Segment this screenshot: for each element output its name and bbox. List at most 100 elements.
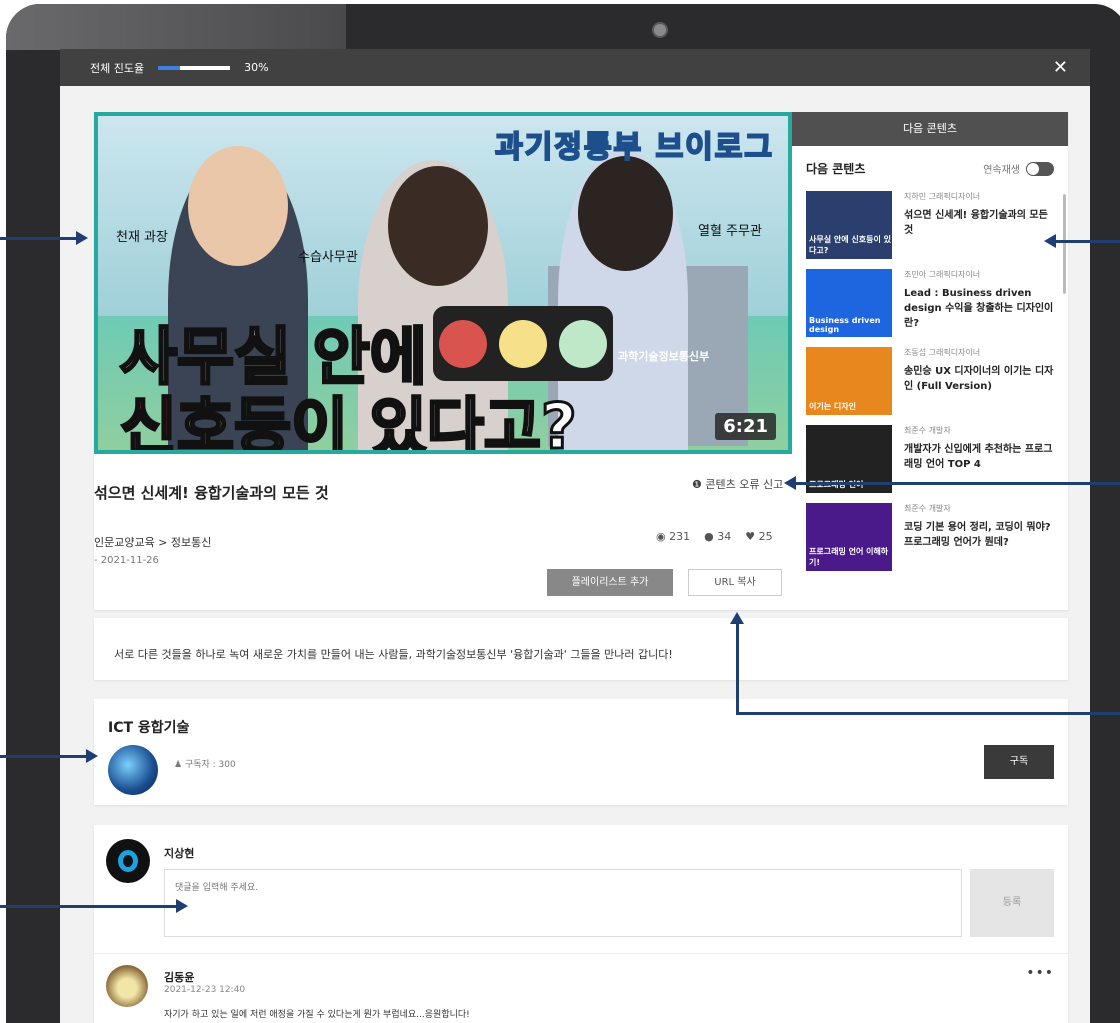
video-player[interactable]: 과기정통부 브이로그 천재 과장 수습사무관 열혈 주무관 과학기술정보통신부 … bbox=[94, 112, 792, 454]
stage: 전체 진도율 30% ✕ 과기정통부 브이로그 천재 과장 수습사무관 열혈 주… bbox=[0, 0, 1120, 1023]
next-content-author: 지하민 그래픽디자이너 bbox=[904, 192, 981, 201]
traffic-light-icon bbox=[433, 306, 613, 381]
video-header-text: 과기정통부 브이로그 bbox=[494, 129, 774, 166]
callout-arrow-channel bbox=[0, 749, 98, 763]
progress-fill bbox=[158, 65, 180, 70]
thumbnail-text: 프로그래밍 언어 이해하기! bbox=[809, 547, 889, 567]
next-content-text: 조민아 그래픽디자이너 Lead : Business driven design… bbox=[904, 269, 1054, 335]
tablet-shine bbox=[6, 4, 346, 50]
next-content-author: 조동섭 그래픽디자이너 bbox=[904, 348, 981, 357]
autoplay-control: 연속재생 bbox=[983, 161, 1054, 176]
comment-form-user: 지상현 bbox=[164, 847, 195, 860]
likes-stat[interactable]: ♥ 25 bbox=[745, 530, 772, 543]
thumbnail-text: Business driven design bbox=[809, 316, 881, 334]
autoplay-toggle[interactable] bbox=[1026, 161, 1054, 176]
progress-text: 30% bbox=[244, 61, 269, 74]
next-content-title: 섞으면 신세계! 융합기술과의 모든 것 bbox=[904, 210, 1048, 236]
next-content-author: 조민아 그래픽디자이너 bbox=[904, 270, 981, 279]
callout-arrow-video bbox=[0, 231, 88, 245]
next-content-item[interactable]: 프로그래밍 언어최준수 개발자개발자가 신입에게 추천하는 프로그래밍 언어 T… bbox=[792, 419, 1068, 497]
add-playlist-button[interactable]: 플레이리스트 추가 bbox=[547, 569, 673, 596]
more-options-icon[interactable]: ••• bbox=[1026, 965, 1054, 981]
green-light bbox=[559, 319, 607, 368]
video-building-sign: 과학기술정보통신부 bbox=[618, 350, 710, 363]
next-content-text: 최준수 개발자코딩 기본 용어 정리, 코딩이 뭐야? 프로그래밍 언어가 뭔데… bbox=[904, 503, 1054, 569]
subscriber-text: 구독자 : 300 bbox=[184, 760, 236, 770]
comments-stat: ● 34 bbox=[704, 530, 731, 543]
next-content-panel: 다음 콘텐츠 다음 콘텐츠 연속재생 사무실 안에 신호등이 있다고? 지하민 그… bbox=[792, 112, 1068, 610]
divider bbox=[94, 953, 1068, 954]
comment-text: 자기가 하고 있는 일에 저런 애정을 가질 수 있다는게 뭔가 부럽네요...… bbox=[164, 1010, 470, 1020]
comment-date: 2021-12-23 12:40 bbox=[164, 985, 246, 995]
views-count: 231 bbox=[669, 530, 691, 543]
headline-rest: 이 있다고? bbox=[290, 389, 579, 454]
scrollbar[interactable] bbox=[1063, 194, 1066, 294]
video-tag-middle: 수습사무관 bbox=[298, 250, 358, 265]
publish-date: - 2021-11-26 bbox=[94, 555, 159, 566]
next-content-thumbnail: 프로그래밍 언어 이해하기! bbox=[806, 503, 892, 571]
thumbnail-text: 사무실 안에 신호등이 있다고? bbox=[809, 235, 891, 255]
camera-icon bbox=[652, 22, 668, 38]
eye-icon: ◉ bbox=[656, 530, 666, 543]
views-stat: ◉ 231 bbox=[656, 530, 690, 543]
headline-green-char: 등 bbox=[233, 389, 293, 454]
next-content-thumbnail: Business driven design bbox=[806, 269, 892, 337]
callout-arrow-url-vertical bbox=[730, 612, 744, 714]
callout-arrow-report bbox=[784, 476, 1120, 490]
next-content-title: Lead : Business driven design 수익을 창출하는 디… bbox=[904, 288, 1054, 329]
avatar bbox=[106, 965, 148, 1007]
close-icon[interactable]: ✕ bbox=[1053, 57, 1068, 78]
next-content-item[interactable]: 사무실 안에 신호등이 있다고? 지하민 그래픽디자이너섞으면 신세계! 융합기술… bbox=[792, 185, 1068, 263]
person-icon: ♟ bbox=[174, 760, 183, 770]
callout-arrow-url bbox=[736, 712, 1120, 715]
video-duration: 6:21 bbox=[715, 413, 776, 440]
headline-red-char: 신 bbox=[118, 389, 178, 454]
next-content-title: 개발자가 신입에게 추천하는 프로그래밍 언어 TOP 4 bbox=[904, 444, 1053, 470]
progress-bar bbox=[158, 65, 231, 70]
subscribe-button[interactable]: 구독 bbox=[984, 745, 1054, 779]
video-tag-right: 열혈 주무관 bbox=[698, 224, 762, 239]
progress-label: 전체 진도율 bbox=[90, 61, 145, 75]
headline-yellow-char: 호 bbox=[176, 389, 236, 454]
video-tag-left: 천재 과장 bbox=[116, 230, 168, 245]
yellow-light bbox=[499, 319, 547, 368]
comment-icon: ● bbox=[704, 530, 714, 543]
user-avatar-icon bbox=[118, 850, 138, 872]
report-label: 콘텐츠 오류 신고 bbox=[705, 478, 784, 491]
content-title: 섞으면 신세계! 융합기술과의 모든 것 bbox=[94, 484, 329, 502]
submit-comment-button[interactable]: 등록 bbox=[970, 869, 1054, 937]
callout-arrow-next bbox=[1044, 234, 1120, 248]
description-card: 서로 다른 것들을 하나로 녹여 새로운 가치를 만들어 내는 사람들, 과학기… bbox=[94, 618, 1068, 680]
next-content-item[interactable]: 이기는 디자인 조동섭 그래픽디자이너 송민승 UX 디자이너의 이기는 디자인 (… bbox=[792, 341, 1068, 419]
video-person-head bbox=[578, 156, 673, 271]
next-content-item[interactable]: Business driven design 조민아 그래픽디자이너 Lead : … bbox=[792, 263, 1068, 341]
next-content-thumbnail: 이기는 디자인 bbox=[806, 347, 892, 415]
next-content-author: 최준수 개발자 bbox=[904, 426, 951, 435]
channel-avatar[interactable] bbox=[108, 745, 158, 795]
video-person-head bbox=[188, 146, 288, 266]
next-panel-header: 다음 콘텐츠 bbox=[792, 112, 1068, 146]
heart-icon: ♥ bbox=[745, 530, 756, 543]
likes-count: 25 bbox=[758, 530, 773, 543]
next-content-item[interactable]: 프로그래밍 언어 이해하기! 최준수 개발자코딩 기본 용어 정리, 코딩이 뭐야… bbox=[792, 497, 1068, 575]
red-light bbox=[439, 319, 487, 368]
report-link[interactable]: ❶ 콘텐츠 오류 신고 bbox=[692, 476, 783, 492]
next-content-title: 송민승 UX 디자이너의 이기는 디자인 (Full Version) bbox=[904, 366, 1054, 392]
avatar bbox=[106, 839, 150, 883]
top-bar: 전체 진도율 30% ✕ bbox=[60, 49, 1090, 86]
copy-url-button[interactable]: URL 복사 bbox=[688, 569, 782, 596]
description-text: 서로 다른 것들을 하나로 녹여 새로운 가치를 만들어 내는 사람들, 과학기… bbox=[114, 648, 673, 661]
next-content-text: 조동섭 그래픽디자이너송민승 UX 디자이너의 이기는 디자인 (Full Ve… bbox=[904, 347, 1054, 413]
next-content-author: 최준수 개발자 bbox=[904, 504, 951, 513]
video-card: 과기정통부 브이로그 천재 과장 수습사무관 열혈 주무관 과학기술정보통신부 … bbox=[94, 112, 1068, 610]
comment-input[interactable] bbox=[164, 869, 962, 937]
content-stats: ◉ 231 ● 34 ♥ 25 bbox=[656, 530, 773, 543]
video-person-head bbox=[388, 166, 488, 286]
breadcrumb: 인문교양교육 > 정보통신 bbox=[94, 536, 212, 549]
next-content-thumbnail: 사무실 안에 신호등이 있다고? bbox=[806, 191, 892, 259]
next-content-text: 지하민 그래픽디자이너섞으면 신세계! 융합기술과의 모든 것 bbox=[904, 191, 1054, 257]
app-screen: 전체 진도율 30% ✕ 과기정통부 브이로그 천재 과장 수습사무관 열혈 주… bbox=[60, 49, 1090, 1023]
info-icon: ❶ bbox=[692, 478, 702, 491]
next-content-title: 코딩 기본 용어 정리, 코딩이 뭐야? 프로그래밍 언어가 뭔데? bbox=[904, 522, 1051, 548]
next-panel-subheader: 다음 콘텐츠 연속재생 bbox=[792, 146, 1068, 185]
